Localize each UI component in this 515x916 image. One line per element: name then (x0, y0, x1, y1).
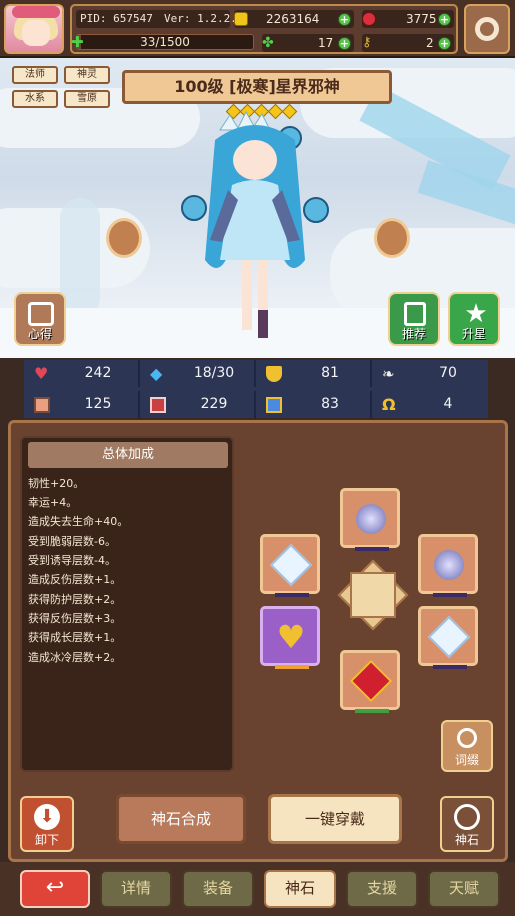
synthesize-button[interactable]: 神石合成 (116, 794, 246, 844)
gem-slot-right-upper[interactable] (418, 534, 478, 597)
gem-slot-left-upper[interactable] (260, 534, 320, 597)
heart-icon: ♥ (34, 364, 49, 383)
ruby-amount: 3775 (406, 12, 437, 26)
bonus-line: 获得成长层数+1。 (28, 631, 122, 644)
gold-heart-gem-icon: ♥ (276, 618, 306, 656)
arrow-down-icon: ⬇ (34, 804, 60, 830)
stat-health: ♥ 242 (24, 360, 140, 387)
experience-bar: ✚ 33/1500 (71, 34, 254, 50)
stat-speed: ❧ 70 (382, 365, 457, 383)
armor-icon (34, 397, 50, 413)
tab-details[interactable]: 详情 (100, 870, 172, 908)
horseshoe-icon: Ω (382, 395, 396, 414)
book-icon (150, 397, 166, 413)
back-button[interactable]: ↩ (20, 870, 90, 908)
godstone-icon (454, 804, 480, 830)
white-diamond-gem-icon (269, 543, 313, 587)
player-id: PID: 657547 (80, 12, 153, 25)
equip-all-button[interactable]: 一键穿戴 (268, 794, 402, 844)
insight-button[interactable]: 心得 (14, 292, 66, 346)
star-upgrade-icon: ★ (464, 299, 488, 329)
stat-mana: ◆ 18/30 (140, 360, 256, 387)
recommend-button[interactable]: 推荐 (388, 292, 440, 346)
scroll-icon (266, 397, 282, 413)
white-diamond-gem-icon (427, 615, 471, 659)
stat-skill: 83 (256, 391, 372, 418)
wing-icon: ❧ (382, 365, 395, 383)
add-clover-icon[interactable]: + (338, 37, 351, 50)
affix-button[interactable]: 词缀 (441, 720, 493, 772)
add-ruby-icon[interactable]: + (438, 13, 451, 26)
center-emblem (336, 556, 410, 636)
stat-armor: 125 (24, 391, 140, 418)
settings-button[interactable] (464, 4, 510, 54)
stat-wisdom: 229 (140, 391, 256, 418)
purple-orb-gem-icon (434, 550, 464, 580)
notebook-icon (28, 302, 54, 326)
gem-slot-left-lower[interactable]: ♥ (260, 606, 320, 669)
bonus-title: 总体加成 (28, 442, 228, 468)
add-gold-icon[interactable]: + (338, 13, 351, 26)
insight-label: 心得 (27, 327, 52, 341)
stats-grid: ♥ 242 ◆ 18/30 81 ❧ 70 125 229 83 Ω 4 (24, 360, 488, 418)
recommend-label: 推荐 (401, 327, 426, 341)
godstone-label: 神石 (454, 833, 479, 847)
magnifier-icon (457, 728, 477, 748)
return-arrow-icon: ↩ (45, 875, 65, 900)
key-icon: ⚷ (362, 35, 372, 50)
shield-icon (266, 366, 282, 382)
bonus-line: 获得防护层数+2。 (28, 593, 122, 606)
tag-element: 水系 (12, 90, 58, 108)
gold-amount: 2263164 (266, 12, 320, 26)
drop-icon: ◆ (150, 364, 163, 383)
bonus-line: 造成反伤层数+1。 (28, 573, 122, 586)
thumbs-up-icon (404, 302, 426, 326)
purple-orb-gem-icon (356, 504, 386, 534)
gem-slot-top[interactable] (340, 488, 400, 551)
version-label: Ver: 1.2.2.0 (164, 12, 244, 25)
clover-amount: 17 (318, 36, 334, 50)
gear-icon (475, 17, 499, 41)
right-bronze-orb-icon (374, 218, 410, 258)
stat-defense: 81 (256, 360, 372, 387)
left-bronze-orb-icon (106, 218, 142, 258)
affix-label: 词缀 (454, 753, 479, 767)
add-key-icon[interactable]: + (438, 37, 451, 50)
gem-slot-bottom[interactable] (340, 650, 400, 713)
star-emblem-icon (350, 572, 396, 618)
tab-godstone[interactable]: 神石 (264, 870, 336, 908)
ruby-gem-icon (349, 659, 393, 703)
clover-icon: ✤ (262, 35, 274, 51)
hero-title: 100级 [极寒]星界邪神 (122, 70, 392, 104)
bonus-line: 幸运+4。 (28, 496, 78, 509)
tag-class: 法师 (12, 66, 58, 84)
tag-race: 神灵 (64, 66, 110, 84)
top-bar: PID: 657547 Ver: 1.2.2.0 2263164 + 3775 … (0, 0, 515, 58)
ruby-gem-icon (362, 12, 376, 26)
bonus-line: 造成失去生命+40。 (28, 515, 129, 528)
bonus-line: 韧性+20。 (28, 477, 85, 490)
unequip-button[interactable]: ⬇ 卸下 (20, 796, 74, 852)
upgrade-label: 升星 (461, 327, 486, 341)
player-avatar[interactable] (4, 4, 64, 54)
tab-equipment[interactable]: 装备 (182, 870, 254, 908)
bonus-line: 受到诱导层数-4。 (28, 554, 116, 567)
bonus-line: 受到脆弱层数-6。 (28, 535, 116, 548)
hero-character (180, 110, 330, 350)
unequip-label: 卸下 (34, 833, 59, 847)
godstone-button[interactable]: 神石 (440, 796, 494, 852)
bonus-line: 造成冰冷层数+2。 (28, 651, 122, 664)
upgrade-star-button[interactable]: ★ 升星 (448, 292, 500, 346)
tag-terrain: 雪原 (64, 90, 110, 108)
bonus-line: 获得反伤层数+3。 (28, 612, 122, 625)
key-amount: 2 (426, 36, 434, 50)
gem-slot-right-lower[interactable] (418, 606, 478, 669)
tab-support[interactable]: 支援 (346, 870, 418, 908)
gold-coin-icon (234, 12, 248, 26)
tab-talent[interactable]: 天赋 (428, 870, 500, 908)
stat-luck: Ω 4 (382, 395, 453, 414)
experience-label: 33/1500 (140, 35, 190, 49)
